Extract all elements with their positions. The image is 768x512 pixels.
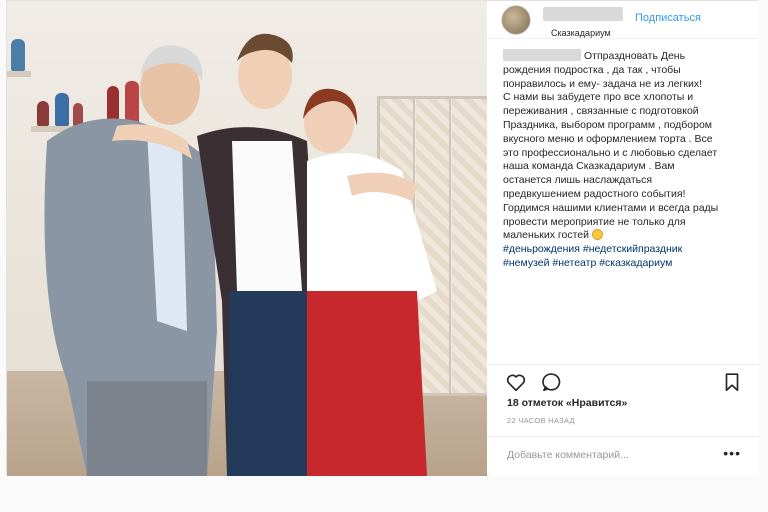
username-redacted [543, 7, 623, 21]
location-link[interactable]: Сказкадариум [551, 28, 611, 38]
caption-line: вкусного меню и оформлением торта . Все [503, 132, 713, 145]
avatar[interactable] [501, 4, 531, 35]
post-photo[interactable] [7, 1, 487, 476]
likes-count[interactable]: 18 отметок «Нравится» [507, 397, 627, 409]
post-sidebar: Подписаться Сказкадариум Отпраздновать Д… [489, 1, 759, 476]
more-icon[interactable]: ••• [723, 445, 741, 461]
photo-people [44, 33, 437, 476]
comment-icon[interactable] [541, 371, 563, 393]
post-header: Подписаться Сказкадариум [489, 1, 759, 39]
hashtags[interactable]: #немузей #нетеатр #сказкадариум [503, 257, 751, 271]
caption-line: рождения подростка , да так , чтобы [503, 63, 681, 76]
caption-line: Отпраздновать День [584, 50, 686, 62]
caption-line: наша команда Сказкадариум . Вам [503, 160, 675, 173]
caption-line: останется лишь наслаждаться [503, 174, 653, 187]
caption-line: это профессионально и с любовью сделает [503, 146, 718, 159]
caption-username-redacted [503, 49, 581, 61]
caption-line: Гордимся нашими клиентами и всегда рады [503, 201, 719, 214]
comment-input[interactable]: Добавьте комментарий... [507, 449, 629, 461]
caption-line: переживания , связанные с подготовкой [503, 105, 699, 118]
heart-icon[interactable] [505, 371, 527, 393]
post-timestamp: 22 ЧАСОВ НАЗАД [507, 416, 575, 425]
caption-line: маленьких гостей [503, 229, 590, 242]
post-caption: Отпраздновать День рождения подростка , … [489, 39, 759, 331]
caption-line: Праздника, выбором программ , подбором [503, 118, 713, 131]
instagram-post: Подписаться Сказкадариум Отпраздновать Д… [6, 0, 759, 476]
hashtags[interactable]: #деньрождения #недетскийпраздник [503, 243, 751, 257]
smile-emoji-icon [591, 229, 603, 241]
caption-line: понравилось и ему- задача не из легких! [503, 77, 702, 90]
post-actions [489, 364, 759, 396]
caption-line: предвкушением радостного события! [503, 187, 686, 200]
comment-bar: Добавьте комментарий... ••• [489, 436, 759, 474]
caption-line: С нами вы забудете про все хлопоты и [503, 91, 694, 104]
bookmark-icon[interactable] [721, 371, 743, 393]
follow-button[interactable]: Подписаться [635, 12, 701, 24]
caption-line: провести мероприятие не только для [503, 215, 686, 228]
